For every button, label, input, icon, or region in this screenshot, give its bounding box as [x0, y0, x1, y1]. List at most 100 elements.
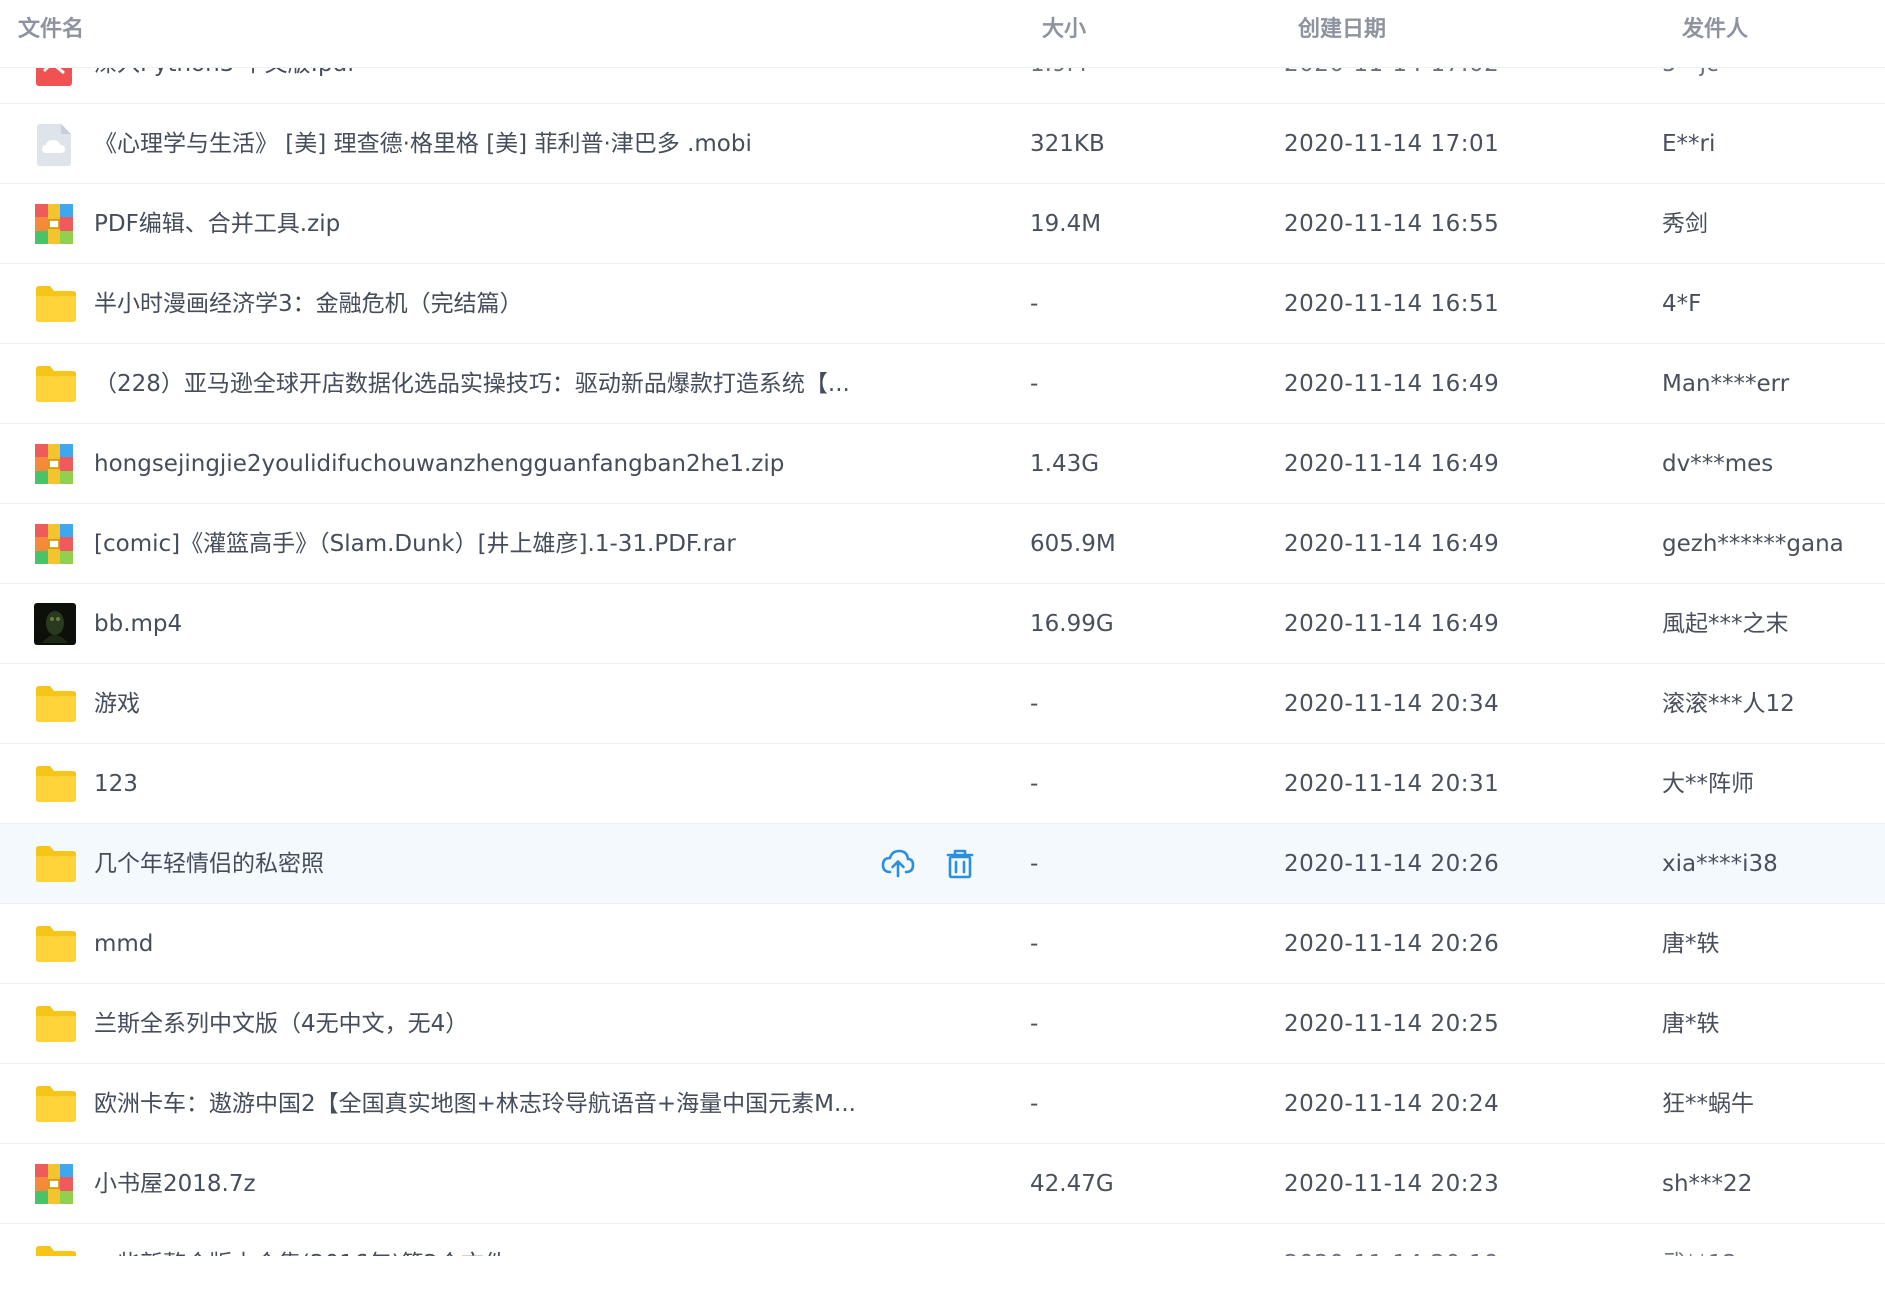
- sender-name: Man****err: [1662, 371, 1790, 397]
- created-date: 2020-11-14 16:55: [1284, 211, 1500, 237]
- file-name[interactable]: 几个年轻情侣的私密照: [94, 824, 854, 904]
- created-date: 2020-11-14 20:34: [1284, 691, 1500, 717]
- sender-name: gezh******gana: [1662, 531, 1844, 557]
- folder-icon: [34, 683, 76, 725]
- table-row[interactable]: 欧洲卡车：遨游中国2【全国真实地图+林志玲导航语音+海量中国元素M... - 202…: [0, 1064, 1885, 1144]
- sender-name: E**ri: [1662, 131, 1716, 157]
- folder-icon: [34, 843, 76, 885]
- archive-icon: [34, 443, 76, 485]
- sender-name: 4*F: [1662, 291, 1702, 317]
- created-date: 2020-11-14 16:49: [1284, 611, 1500, 637]
- table-row[interactable]: 游戏 - 2020-11-14 20:34 滚滚***人12: [0, 664, 1885, 744]
- list-bottom-mask: [0, 1256, 1885, 1296]
- file-size: 19.4M: [1030, 211, 1102, 237]
- created-date: 2020-11-14 16:51: [1284, 291, 1500, 317]
- column-header-name[interactable]: 文件名: [18, 0, 84, 60]
- table-row[interactable]: hongsejingjie2youlidifuchouwanzhengguanf…: [0, 424, 1885, 504]
- file-name[interactable]: bb.mp4: [94, 584, 854, 664]
- created-date: 2020-11-14 20:24: [1284, 1091, 1500, 1117]
- file-list: 深入Python3 中文版.pdf1.9M2020-11-14 17:025**…: [0, 0, 1885, 1256]
- file-size: -: [1030, 691, 1039, 717]
- file-name[interactable]: 小书屋2018.7z: [94, 1144, 854, 1224]
- sender-name: 秀剑: [1662, 211, 1708, 237]
- table-row[interactable]: mmd - 2020-11-14 20:26 唐*轶: [0, 904, 1885, 984]
- created-date: 2020-11-14 16:49: [1284, 531, 1500, 557]
- column-header-date[interactable]: 创建日期: [1298, 0, 1386, 60]
- file-size: -: [1030, 851, 1039, 877]
- table-row[interactable]: 小书屋2018.7z 42.47G 2020-11-14 20:23 sh***22: [0, 1144, 1885, 1224]
- sender-name: 狂**蜗牛: [1662, 1091, 1754, 1117]
- column-header-sender[interactable]: 发件人: [1682, 0, 1748, 60]
- sender-name: 滚滚***人12: [1662, 691, 1795, 717]
- created-date: 2020-11-14 20:23: [1284, 1171, 1500, 1197]
- row-actions: [880, 844, 980, 884]
- table-row[interactable]: [comic]《灌篮高手》（Slam.Dunk）[井上雄彦].1-31.PDF.…: [0, 504, 1885, 584]
- cloud-file-icon: [34, 123, 76, 166]
- table-row[interactable]: 兰斯全系列中文版（4无中文，无4） - 2020-11-14 20:25 唐*轶: [0, 984, 1885, 1064]
- folder-icon: [34, 923, 76, 965]
- table-header: 文件名 大小 创建日期 发件人: [0, 0, 1885, 68]
- table-row[interactable]: 《心理学与生活》 [美] 理查德·格里格 [美] 菲利普·津巴多 .mobi 32…: [0, 104, 1885, 184]
- sender-name: 風起***之末: [1662, 611, 1789, 637]
- folder-icon: [34, 763, 76, 805]
- created-date: 2020-11-14 20:19: [1284, 1224, 1499, 1256]
- file-name[interactable]: 兰斯全系列中文版（4无中文，无4）: [94, 984, 854, 1064]
- sender-name: sh***22: [1662, 1171, 1753, 1197]
- table-row-partial[interactable]: 一些新整合版本合集(2016年)第2个文件 - 2020-11-14 20:19 武*…: [0, 1224, 1885, 1256]
- folder-icon: [34, 1243, 76, 1256]
- table-row[interactable]: 123 - 2020-11-14 20:31 大**阵师: [0, 744, 1885, 824]
- created-date: 2020-11-14 20:26: [1284, 931, 1500, 957]
- table-row[interactable]: （228）亚马逊全球开店数据化选品实操技巧：驱动新品爆款打造系统【... - 202…: [0, 344, 1885, 424]
- archive-icon: [34, 203, 76, 245]
- file-name[interactable]: 欧洲卡车：遨游中国2【全国真实地图+林志玲导航语音+海量中国元素M...: [94, 1064, 854, 1144]
- file-size: 42.47G: [1030, 1171, 1114, 1197]
- sender-name: 唐*轶: [1662, 1011, 1720, 1037]
- table-row[interactable]: bb.mp4 16.99G 2020-11-14 16:49 風起***之末: [0, 584, 1885, 664]
- file-size: 321KB: [1030, 131, 1105, 157]
- file-size: -: [1030, 1091, 1039, 1117]
- file-size: -: [1030, 291, 1039, 317]
- file-name[interactable]: 半小时漫画经济学3：金融危机（完结篇）: [94, 264, 854, 344]
- folder-icon: [34, 283, 76, 325]
- file-name[interactable]: hongsejingjie2youlidifuchouwanzhengguanf…: [94, 424, 854, 504]
- table-row[interactable]: 几个年轻情侣的私密照 - 2020-11-14 20:26 xia****i38: [0, 824, 1885, 904]
- file-name[interactable]: PDF编辑、合并工具.zip: [94, 184, 854, 264]
- file-name[interactable]: 123: [94, 744, 854, 824]
- table-row[interactable]: PDF编辑、合并工具.zip 19.4M 2020-11-14 16:55 秀剑: [0, 184, 1885, 264]
- file-name[interactable]: mmd: [94, 904, 854, 984]
- trash-icon[interactable]: [942, 844, 978, 884]
- file-size: 16.99G: [1030, 611, 1114, 637]
- file-size: -: [1030, 1224, 1038, 1256]
- folder-icon: [34, 1083, 76, 1125]
- file-name[interactable]: （228）亚马逊全球开店数据化选品实操技巧：驱动新品爆款打造系统【...: [94, 344, 854, 424]
- file-name[interactable]: [comic]《灌篮高手》（Slam.Dunk）[井上雄彦].1-31.PDF.…: [94, 504, 854, 584]
- created-date: 2020-11-14 20:31: [1284, 771, 1500, 797]
- created-date: 2020-11-14 16:49: [1284, 451, 1500, 477]
- column-header-size[interactable]: 大小: [1042, 0, 1086, 60]
- created-date: 2020-11-14 20:25: [1284, 1011, 1500, 1037]
- archive-icon: [34, 1163, 76, 1205]
- created-date: 2020-11-14 16:49: [1284, 371, 1500, 397]
- file-size: -: [1030, 1011, 1039, 1037]
- folder-icon: [34, 363, 76, 405]
- sender-name: 唐*轶: [1662, 931, 1720, 957]
- file-size: -: [1030, 931, 1039, 957]
- created-date: 2020-11-14 20:26: [1284, 851, 1500, 877]
- table-row[interactable]: 半小时漫画经济学3：金融危机（完结篇） - 2020-11-14 16:51 4*F: [0, 264, 1885, 344]
- folder-icon: [34, 1003, 76, 1045]
- file-name[interactable]: 游戏: [94, 664, 854, 744]
- file-name[interactable]: 《心理学与生活》 [美] 理查德·格里格 [美] 菲利普·津巴多 .mobi: [94, 104, 854, 184]
- file-size: -: [1030, 371, 1039, 397]
- file-name[interactable]: 一些新整合版本合集(2016年)第2个文件: [94, 1224, 854, 1256]
- archive-icon: [34, 523, 76, 565]
- file-size: 1.43G: [1030, 451, 1100, 477]
- sender-name: xia****i38: [1662, 851, 1778, 877]
- sender-name: dv***mes: [1662, 451, 1774, 477]
- cloud-upload-icon[interactable]: [880, 844, 916, 884]
- file-size: -: [1030, 771, 1039, 797]
- sender-name: 大**阵师: [1662, 771, 1754, 797]
- video-thumbnail-icon: [34, 603, 76, 645]
- created-date: 2020-11-14 17:01: [1284, 131, 1500, 157]
- file-size: 605.9M: [1030, 531, 1116, 557]
- sender-name: 武**12: [1662, 1224, 1737, 1256]
